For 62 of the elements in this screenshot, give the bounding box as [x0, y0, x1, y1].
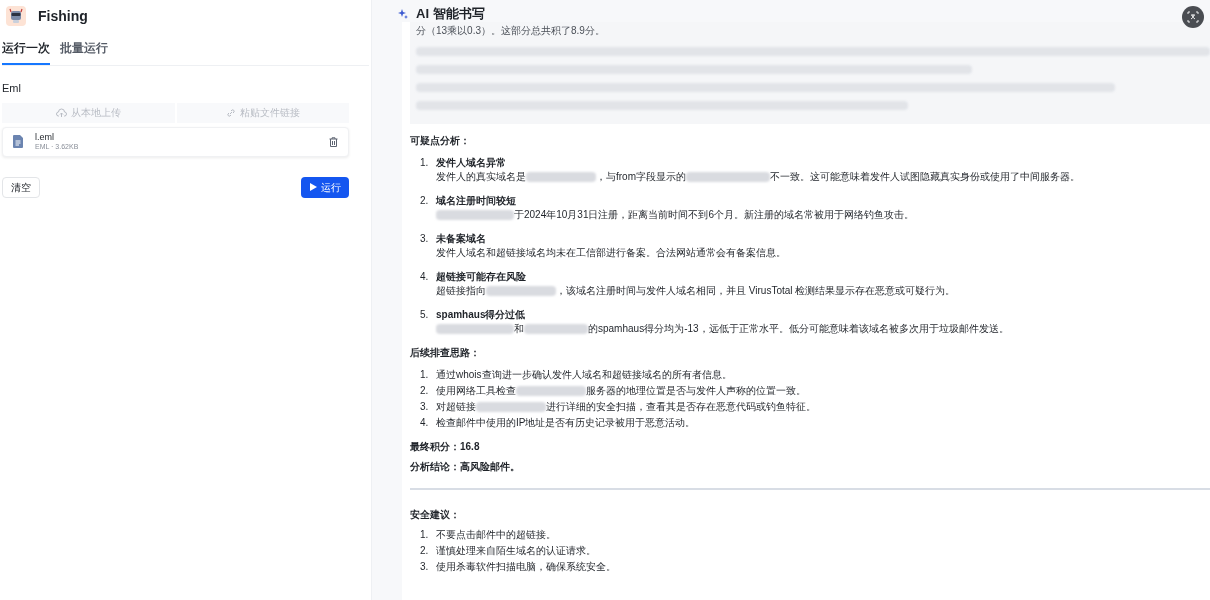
body-text: 服务器的地理位置是否与发件人声称的位置一致。	[586, 385, 806, 396]
body-text: 使用网络工具检查	[436, 385, 516, 396]
list-marker: 1.	[420, 368, 430, 382]
section-heading: 可疑点分析：	[410, 134, 471, 148]
body-text: 不要点击邮件中的超链接。	[436, 529, 556, 540]
body-text: 超链接指向	[436, 285, 486, 296]
list-marker: 2.	[420, 384, 430, 398]
list-marker: 3.	[420, 400, 430, 414]
redacted-text	[516, 386, 586, 397]
body-text: 检查邮件中使用的IP地址是否有历史记录被用于恶意活动。	[436, 417, 696, 428]
section-heading: 后续排查思路：	[410, 346, 481, 360]
list-marker: 5.	[420, 308, 430, 322]
list-marker: 1.	[420, 156, 430, 170]
quote-text: 分（13乘以0.3）。这部分总共积了8.9分。	[416, 24, 606, 38]
file-name: l.eml	[35, 131, 55, 142]
app-title: Fishing	[38, 6, 88, 26]
body-text: 通过whois查询进一步确认发件人域名和超链接域名的所有者信息。	[436, 369, 732, 380]
translate-button[interactable]	[1182, 6, 1204, 28]
body-text: 谨慎处理来自陌生域名的认证请求。	[436, 545, 596, 556]
link-icon	[225, 107, 236, 118]
cloud-upload-icon	[55, 107, 67, 118]
section-heading: 安全建议：	[410, 508, 461, 522]
field-label: Eml	[2, 81, 22, 97]
redacted-text	[486, 286, 556, 297]
item-title: spamhaus得分过低	[436, 308, 527, 322]
item-title: 发件人域名异常	[436, 156, 507, 170]
redacted-text	[524, 324, 588, 335]
list-marker: 2.	[420, 194, 430, 208]
body-text: 的spamhaus得分均为-13，远低于正常水平。低分可能意味着该域名被多次用于垃圾邮件发送。	[588, 323, 1009, 334]
item-title: 未备案域名	[436, 232, 487, 246]
run-button[interactable]: 运行	[301, 176, 349, 198]
redacted-text	[476, 402, 546, 413]
robot-icon	[6, 6, 26, 26]
conclusion: 分析结论：高风险邮件。	[410, 460, 521, 474]
tab[interactable]: 运行一次	[2, 40, 50, 66]
sparkle-icon	[398, 9, 408, 19]
list-marker: 1.	[420, 528, 430, 542]
list-marker: 3.	[420, 560, 430, 574]
body-text: 发件人域名和超链接域名均未在工信部进行备案。合法网站通常会有备案信息。	[436, 247, 786, 258]
panel-title: AI 智能书写	[416, 5, 485, 24]
play-icon	[309, 183, 317, 192]
final-score: 最终积分：16.8	[410, 440, 481, 454]
list-marker: 2.	[420, 544, 430, 558]
list-marker: 4.	[420, 416, 430, 430]
item-title: 域名注册时间较短	[436, 194, 517, 208]
body-text: 于2024年10月31日注册，距离当前时间不到6个月。新注册的域名常被用于网络钓鱼攻击。	[514, 209, 915, 220]
body-text: 使用杀毒软件扫描电脑，确保系统安全。	[436, 561, 616, 572]
redacted-text	[526, 172, 596, 183]
list-marker: 3.	[420, 232, 430, 246]
body-text: 和	[514, 323, 524, 334]
document-icon	[13, 135, 23, 149]
tab[interactable]: 批量运行	[60, 40, 108, 66]
clear-button[interactable]: 清空	[2, 176, 40, 198]
body-text: ，与from字段显示的	[596, 171, 686, 182]
body-text: ，该域名注册时间与发件人域名相同，并且 VirusTotal 检测结果显示存在恶意或可疑行为。	[556, 285, 956, 296]
body-text: 进行详细的安全扫描，查看其是否存在恶意代码或钓鱼特征。	[546, 401, 816, 412]
body-text: 发件人的真实域名是	[436, 171, 526, 182]
body-text: 不一致。这可能意味着发件人试图隐藏真实身份或使用了中间服务器。	[770, 171, 1080, 182]
list-marker: 4.	[420, 270, 430, 284]
item-title: 超链接可能存在风险	[436, 270, 527, 284]
trash-icon[interactable]	[329, 136, 338, 147]
body-text: 对超链接	[436, 401, 476, 412]
